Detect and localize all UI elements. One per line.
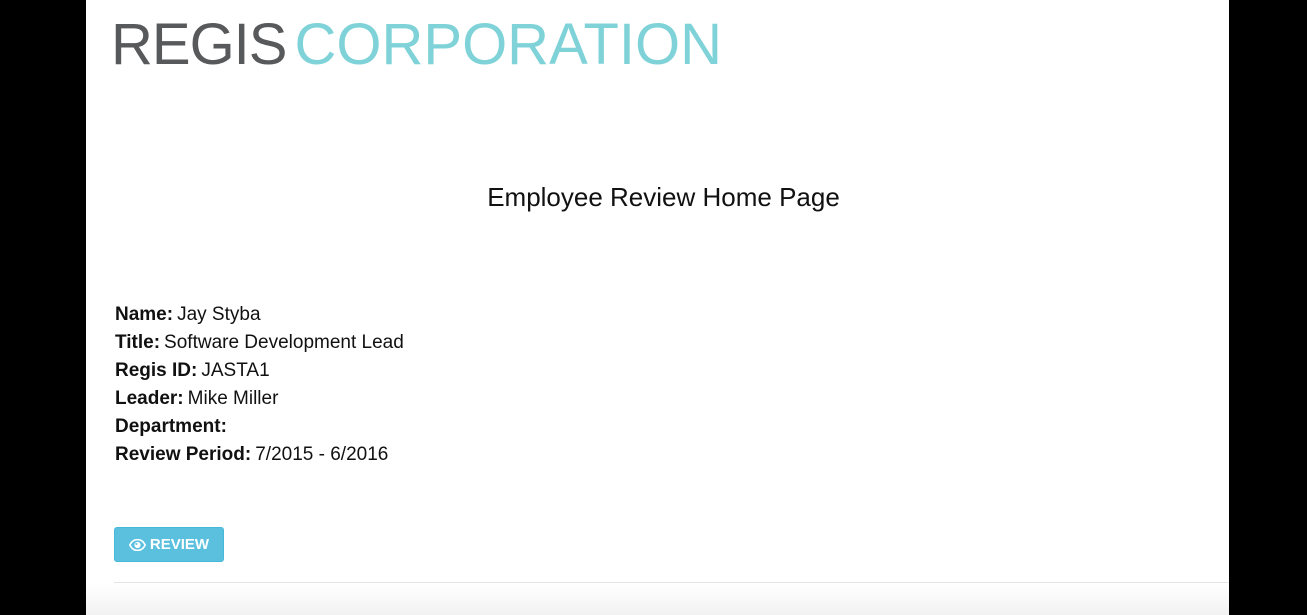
eye-icon <box>128 538 146 551</box>
review-button-label: REVIEW <box>149 536 210 553</box>
info-row-department: Department: <box>115 413 404 441</box>
department-label: Department: <box>115 416 227 437</box>
info-row-name: Name: Jay Styba <box>115 301 404 329</box>
title-value: Software Development Lead <box>164 332 404 353</box>
info-row-leader: Leader: Mike Miller <box>115 385 404 413</box>
logo-corporation-text: CORPORATION <box>294 12 723 77</box>
review-period-value: 7/2015 - 6/2016 <box>255 444 389 465</box>
info-row-title: Title: Software Development Lead <box>115 329 404 357</box>
page-container: REGIS CORPORATION Employee Review Home Pa… <box>86 0 1229 615</box>
regis-id-label: Regis ID: <box>115 360 198 381</box>
info-row-regis-id: Regis ID: JASTA1 <box>115 357 404 385</box>
footer-band <box>86 583 1229 615</box>
name-value: Jay Styba <box>177 304 261 325</box>
name-label: Name: <box>115 304 174 325</box>
review-button[interactable]: REVIEW <box>114 527 224 562</box>
review-period-label: Review Period: <box>115 444 252 465</box>
logo-regis-text: REGIS <box>111 12 287 77</box>
leader-value: Mike Miller <box>187 388 279 409</box>
leader-label: Leader: <box>115 388 184 409</box>
regis-corporation-logo: REGIS CORPORATION <box>111 14 722 76</box>
title-label: Title: <box>115 332 161 353</box>
info-row-review-period: Review Period: 7/2015 - 6/2016 <box>115 441 404 469</box>
page-title: Employee Review Home Page <box>487 182 840 212</box>
regis-id-value: JASTA1 <box>201 360 270 381</box>
employee-info: Name: Jay Styba Title: Software Developmen… <box>115 301 404 469</box>
